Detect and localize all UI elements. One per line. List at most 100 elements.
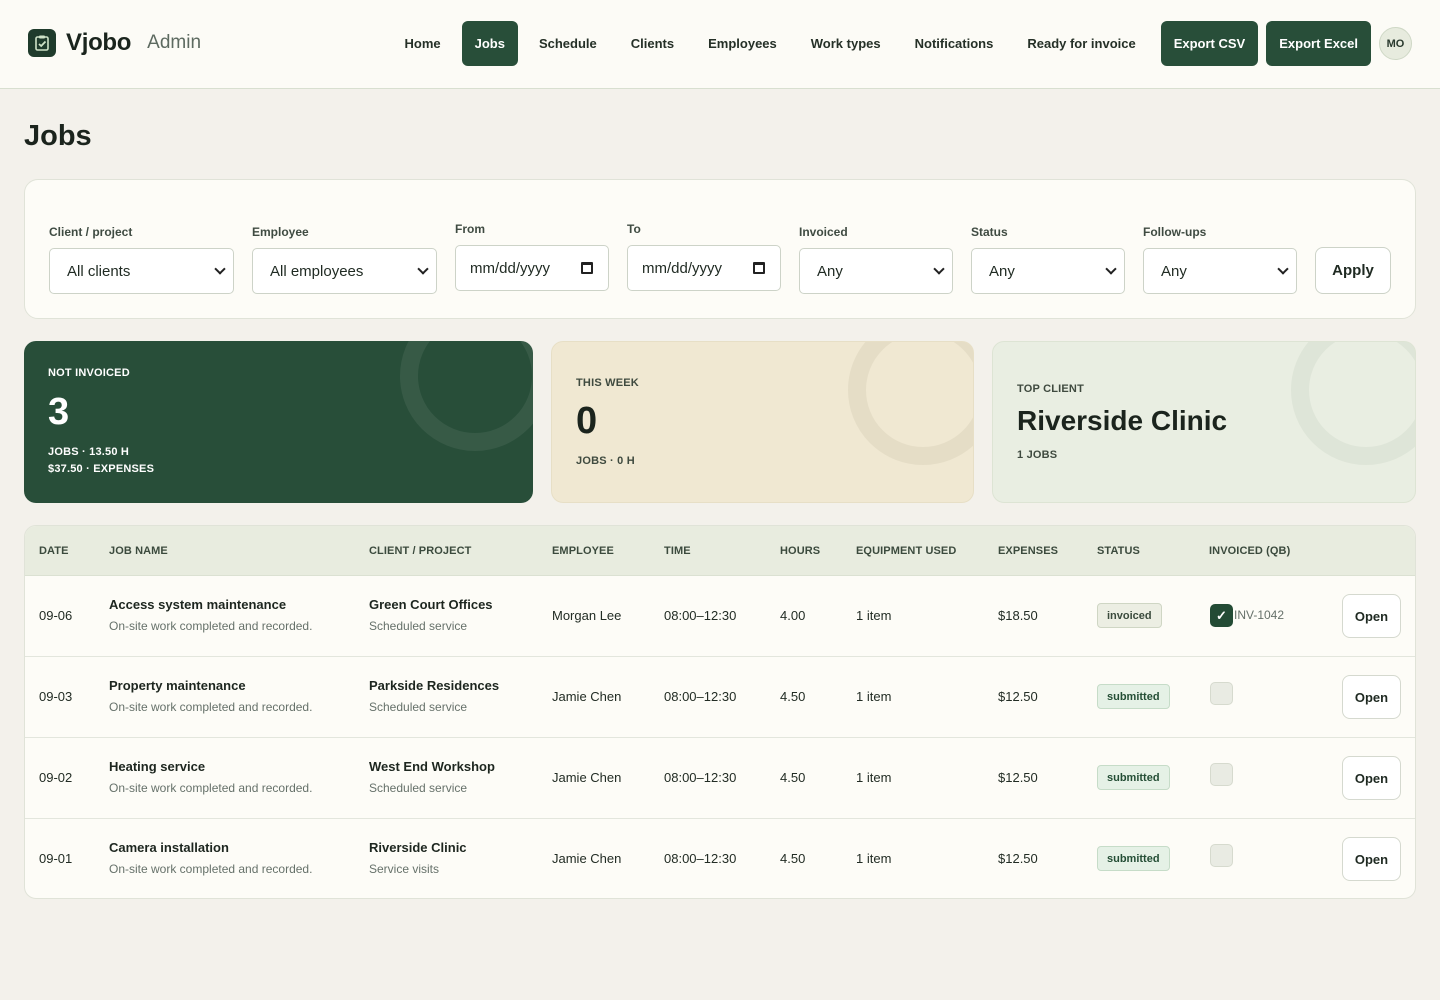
row-client-sub: Scheduled service	[369, 619, 468, 633]
decorative-ring	[848, 342, 973, 465]
row-equipment: 1 item	[856, 689, 892, 704]
nav-notifications[interactable]: Notifications	[898, 21, 1011, 66]
row-job-name: Camera installation	[109, 840, 229, 855]
row-hours: 4.50	[780, 689, 806, 704]
status-badge: submitted	[1097, 846, 1170, 871]
stat-detail-expenses: $37.50 · EXPENSES	[48, 463, 155, 475]
brand-subtitle: Admin	[147, 32, 202, 53]
employee-select[interactable]: All employees	[252, 248, 437, 294]
table-row[interactable]: 09-01 Camera installation On-site work c…	[25, 819, 1415, 898]
open-button[interactable]: Open	[1342, 675, 1401, 719]
filter-from-label: From	[455, 222, 485, 236]
filter-followups: Follow-ups Any	[1143, 225, 1297, 294]
nav-home[interactable]: Home	[388, 21, 458, 66]
invoice-number: INV-1042	[1234, 608, 1285, 622]
nav-jobs[interactable]: Jobs	[461, 21, 518, 66]
filter-client-label: Client / project	[49, 225, 133, 239]
calendar-icon[interactable]	[753, 262, 765, 274]
chevron-down-icon	[933, 263, 945, 275]
status-badge: invoiced	[1097, 603, 1162, 628]
followups-select-value: Any	[1161, 262, 1187, 280]
apply-button[interactable]: Apply	[1315, 247, 1391, 294]
stat-value: Riverside Clinic	[1017, 405, 1228, 436]
row-equipment: 1 item	[856, 851, 892, 866]
filter-employee-label: Employee	[252, 225, 309, 239]
filter-followups-label: Follow-ups	[1143, 225, 1207, 239]
employee-select-value: All employees	[270, 262, 364, 280]
col-status[interactable]: STATUS	[1097, 545, 1140, 557]
nav-work-types[interactable]: Work types	[794, 21, 898, 66]
followups-select[interactable]: Any	[1143, 248, 1297, 294]
row-employee: Jamie Chen	[552, 689, 622, 704]
status-badge: submitted	[1097, 765, 1170, 790]
main-nav: Home Jobs Schedule Clients Employees Wor…	[388, 21, 1412, 66]
row-date: 09-06	[39, 608, 73, 623]
invoiced-select[interactable]: Any	[799, 248, 953, 294]
nav-ready-for-invoice[interactable]: Ready for invoice	[1010, 21, 1152, 66]
filter-invoiced: Invoiced Any	[799, 225, 953, 294]
row-employee: Morgan Lee	[552, 608, 622, 623]
clipboard-check-icon	[28, 29, 56, 57]
nav-schedule[interactable]: Schedule	[522, 21, 614, 66]
chevron-down-icon	[1105, 263, 1117, 275]
row-expenses: $12.50	[998, 851, 1038, 866]
row-job-name: Access system maintenance	[109, 597, 287, 612]
filter-invoiced-label: Invoiced	[799, 225, 848, 239]
stat-card-this-week: THIS WEEK 0 JOBS · 0 H	[551, 341, 974, 503]
row-equipment: 1 item	[856, 770, 892, 785]
col-equipment[interactable]: EQUIPMENT USED	[856, 545, 956, 557]
row-time: 08:00–12:30	[664, 608, 737, 623]
row-hours: 4.50	[780, 770, 806, 785]
stat-value: 0	[576, 400, 598, 442]
col-job-name[interactable]: JOB NAME	[109, 545, 168, 557]
export-csv-button[interactable]: Export CSV	[1160, 21, 1259, 66]
nav-employees[interactable]: Employees	[691, 21, 794, 66]
filter-from: From mm/dd/yyyy	[455, 222, 609, 291]
col-date[interactable]: DATE	[39, 545, 69, 557]
chevron-down-icon	[214, 263, 226, 275]
invoiced-checkbox[interactable]	[1210, 682, 1233, 705]
col-invoiced[interactable]: INVOICED (QB)	[1209, 545, 1290, 557]
invoiced-checkbox[interactable]	[1210, 844, 1233, 867]
table-row[interactable]: 09-06 Access system maintenance On-site …	[25, 576, 1415, 657]
open-button[interactable]: Open	[1342, 837, 1401, 881]
nav-clients[interactable]: Clients	[614, 21, 691, 66]
row-client-sub: Service visits	[369, 862, 440, 876]
chevron-down-icon	[417, 263, 429, 275]
brand[interactable]: Vjobo Admin	[28, 29, 201, 57]
table-row[interactable]: 09-02 Heating service On-site work compl…	[25, 738, 1415, 819]
from-date-input[interactable]: mm/dd/yyyy	[455, 245, 609, 291]
row-time: 08:00–12:30	[664, 770, 737, 785]
brand-name: Vjobo	[66, 29, 132, 56]
chevron-down-icon	[1277, 263, 1289, 275]
open-button[interactable]: Open	[1342, 594, 1401, 638]
row-expenses: $18.50	[998, 608, 1038, 623]
to-date-value: mm/dd/yyyy	[642, 259, 723, 277]
calendar-icon[interactable]	[581, 262, 593, 274]
from-date-value: mm/dd/yyyy	[470, 259, 551, 277]
filter-client: Client / project All clients	[49, 225, 234, 294]
export-excel-button[interactable]: Export Excel	[1266, 21, 1371, 66]
filter-to-label: To	[627, 222, 641, 236]
row-date: 09-03	[39, 689, 73, 704]
avatar[interactable]: MO	[1379, 27, 1412, 60]
col-expenses[interactable]: EXPENSES	[998, 545, 1058, 557]
col-client-project[interactable]: CLIENT / PROJECT	[369, 545, 471, 557]
invoiced-checkbox[interactable]	[1210, 763, 1233, 786]
top-bar: Vjobo Admin Home Jobs Schedule Clients E…	[0, 0, 1440, 89]
to-date-input[interactable]: mm/dd/yyyy	[627, 245, 781, 291]
col-time[interactable]: TIME	[664, 545, 691, 557]
col-employee[interactable]: EMPLOYEE	[552, 545, 614, 557]
invoiced-checkbox[interactable]: ✓	[1210, 604, 1233, 627]
stat-detail: JOBS · 0 H	[576, 455, 635, 467]
stat-caption: NOT INVOICED	[48, 367, 130, 379]
checkmark-icon: ✓	[1216, 607, 1227, 623]
row-time: 08:00–12:30	[664, 689, 737, 704]
invoiced-select-value: Any	[817, 262, 843, 280]
row-expenses: $12.50	[998, 770, 1038, 785]
table-row[interactable]: 09-03 Property maintenance On-site work …	[25, 657, 1415, 738]
open-button[interactable]: Open	[1342, 756, 1401, 800]
client-select[interactable]: All clients	[49, 248, 234, 294]
col-hours[interactable]: HOURS	[780, 545, 820, 557]
status-select[interactable]: Any	[971, 248, 1125, 294]
